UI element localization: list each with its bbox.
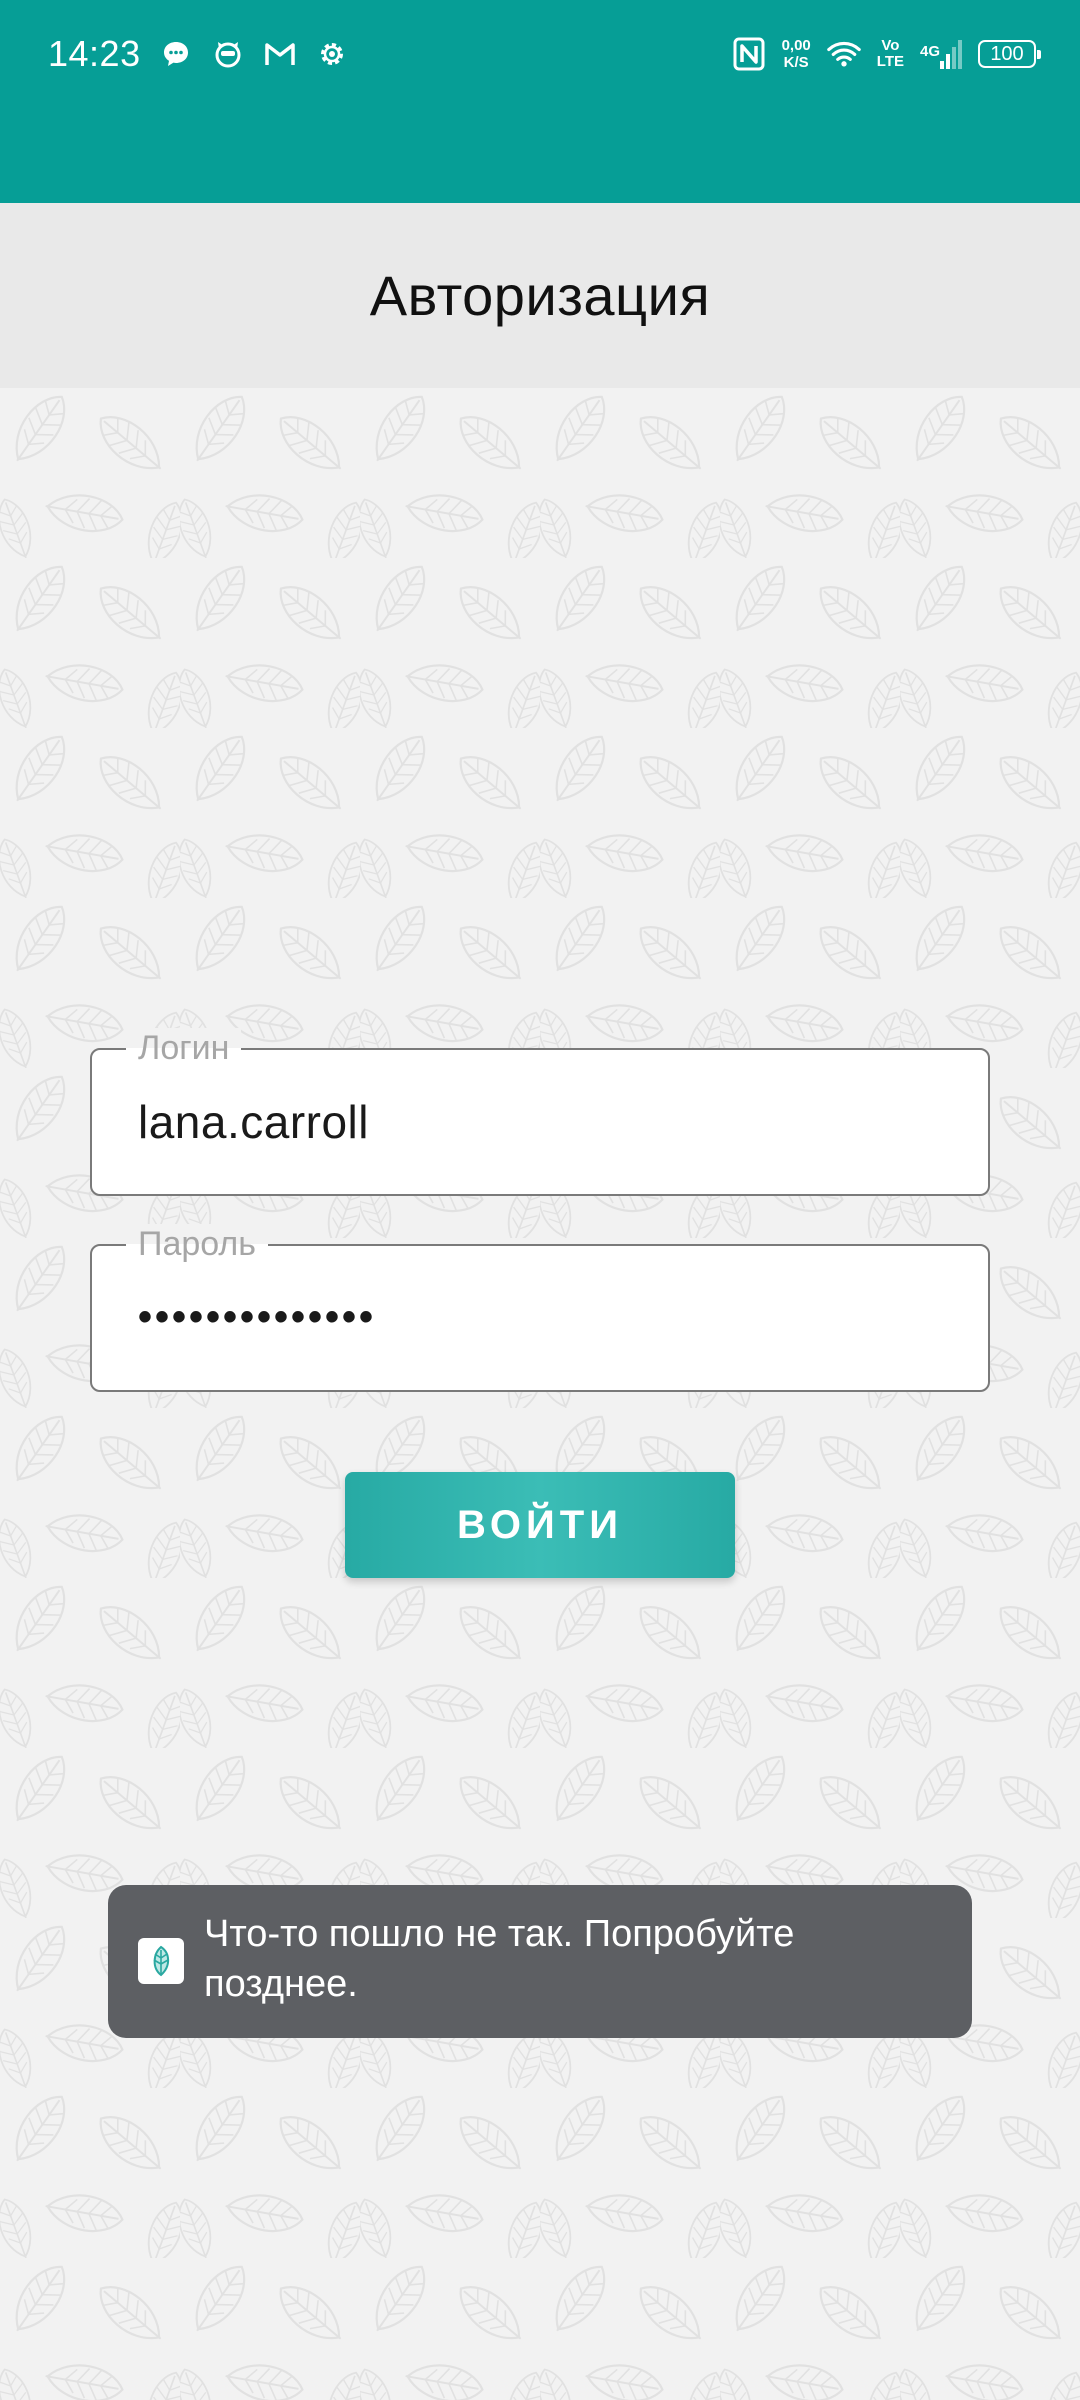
wifi-icon bbox=[826, 37, 861, 71]
toast-message: Что-то пошло не так. Попробуйте позднее. bbox=[204, 1913, 795, 2005]
login-field[interactable]: Логин lana.carroll bbox=[90, 1028, 990, 1196]
network-speed: 0,00 K/S bbox=[782, 37, 811, 71]
background-pattern-area bbox=[0, 388, 1080, 2400]
cat-face-icon bbox=[211, 37, 245, 71]
message-icon bbox=[159, 37, 193, 71]
volte-top: Vo bbox=[881, 37, 900, 54]
nfc-icon bbox=[732, 37, 766, 71]
app-header: Авторизация bbox=[0, 203, 1080, 388]
network-speed-value: 0,00 bbox=[781, 37, 811, 54]
cellular-indicator: 4G bbox=[920, 39, 962, 69]
error-toast: Что-то пошло не так. Попробуйте позднее. bbox=[108, 1885, 972, 2038]
battery-level: 100 bbox=[990, 42, 1024, 65]
password-field[interactable]: Пароль •••••••••••••• bbox=[90, 1224, 990, 1392]
login-input[interactable]: lana.carroll bbox=[138, 1050, 369, 1193]
password-input[interactable]: •••••••••••••• bbox=[138, 1246, 376, 1389]
status-time: 14:23 bbox=[48, 33, 141, 74]
gmail-icon bbox=[263, 37, 297, 71]
settings-icon bbox=[315, 37, 349, 71]
login-button-label: ВОЙТИ bbox=[457, 1502, 623, 1547]
signal-bars-icon bbox=[940, 40, 962, 69]
network-type: 4G bbox=[919, 43, 940, 60]
page-title: Авторизация bbox=[369, 264, 711, 327]
battery-icon: 100 bbox=[978, 40, 1041, 68]
app-logo-icon bbox=[138, 1938, 184, 1984]
status-bar: 14:23 0,00 K/S Vo LTE 4G 100 bbox=[0, 0, 1080, 203]
status-left: 14:23 bbox=[48, 30, 349, 78]
login-button[interactable]: ВОЙТИ bbox=[345, 1472, 735, 1578]
leaf-pattern-background bbox=[0, 388, 1080, 2400]
volte-indicator: Vo LTE bbox=[877, 38, 904, 70]
network-speed-unit: K/S bbox=[783, 54, 809, 71]
volte-bottom: LTE bbox=[876, 53, 904, 70]
status-right: 0,00 K/S Vo LTE 4G 100 bbox=[732, 30, 1041, 78]
